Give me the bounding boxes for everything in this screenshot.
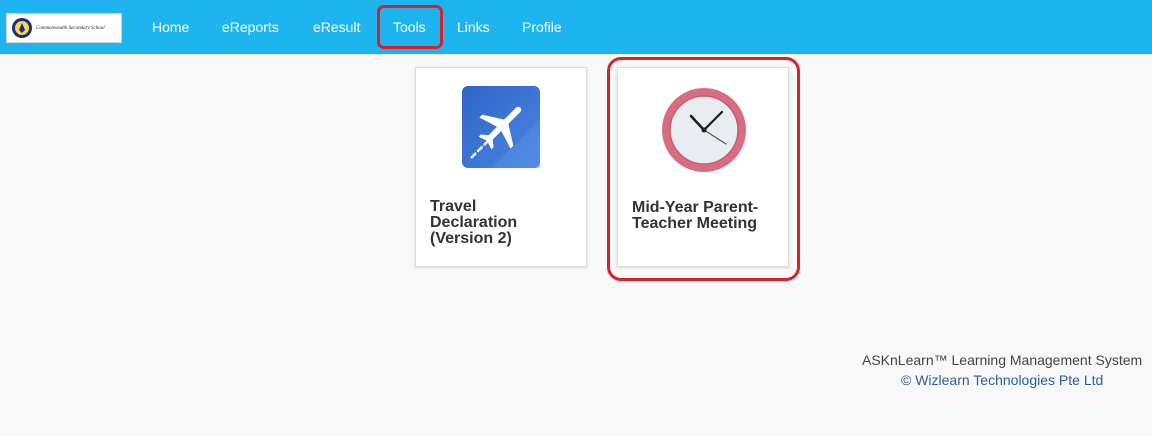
nav-eresult[interactable]: eResult [313, 19, 360, 35]
school-crest-icon [12, 18, 32, 38]
nav-links[interactable]: Links [457, 19, 490, 35]
top-navbar: Commonwealth Secondary School Home eRepo… [0, 0, 1152, 54]
nav-profile[interactable]: Profile [522, 19, 562, 35]
footer-copyright-link[interactable]: © Wizlearn Technologies Pte Ltd [901, 372, 1103, 388]
ptm-title: Mid-Year Parent- Teacher Meeting [632, 199, 759, 232]
nav-tools[interactable]: Tools [393, 19, 426, 35]
footer-system-name: ASKnLearn™ Learning Management System [862, 352, 1143, 368]
clock-icon [662, 88, 746, 172]
travel-declaration-title: Travel Declaration (Version 2) [430, 198, 518, 247]
airplane-icon [462, 86, 540, 168]
nav-home[interactable]: Home [152, 19, 189, 35]
school-name: Commonwealth Secondary School [36, 25, 105, 31]
nav-ereports[interactable]: eReports [222, 19, 279, 35]
ptm-card[interactable]: Mid-Year Parent- Teacher Meeting [617, 67, 789, 267]
school-logo[interactable]: Commonwealth Secondary School [6, 13, 122, 43]
travel-declaration-card[interactable]: Travel Declaration (Version 2) [415, 67, 587, 267]
